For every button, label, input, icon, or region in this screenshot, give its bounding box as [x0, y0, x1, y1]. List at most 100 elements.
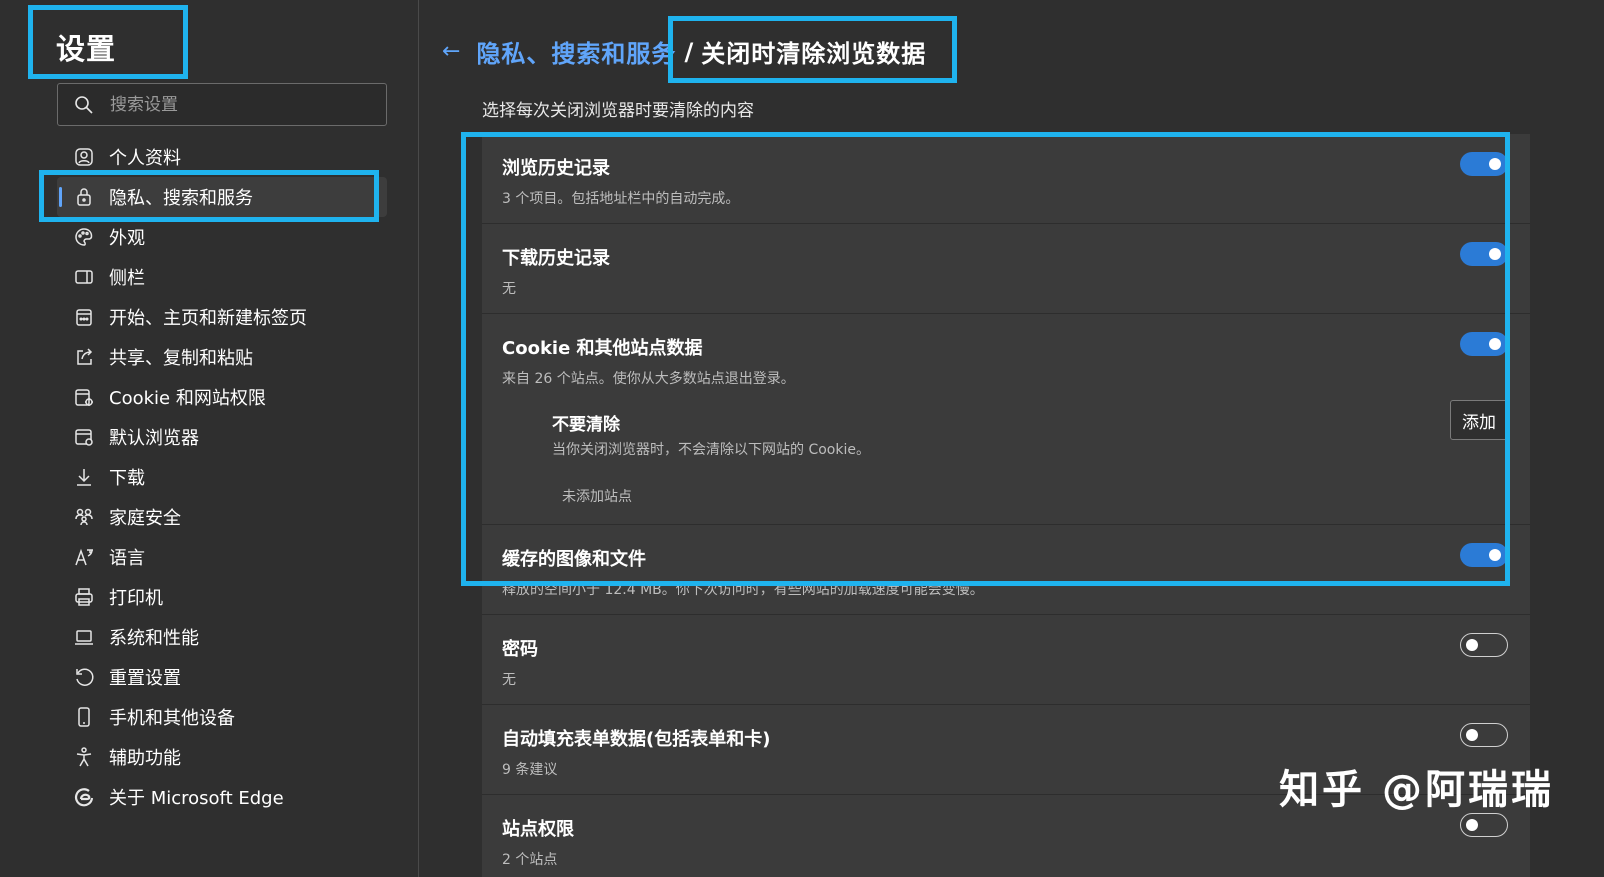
palette-icon	[73, 226, 95, 248]
option-description: 3 个项目。包括地址栏中的自动完成。	[502, 191, 740, 207]
accessibility-icon	[73, 746, 95, 768]
share-icon	[73, 346, 95, 368]
settings-window: 设置 个人资料 隐私、搜索和服务	[0, 0, 1604, 877]
sidebar-item-label: 默认浏览器	[109, 428, 199, 449]
passwords-toggle[interactable]	[1460, 633, 1508, 657]
sidebar-item-share[interactable]: 共享、复制和粘贴	[57, 337, 387, 377]
option-description: 来自 26 个站点。使你从大多数站点退出登录。	[502, 371, 795, 387]
toggle-knob	[1466, 639, 1478, 651]
profile-icon	[73, 146, 95, 168]
toggle-knob	[1489, 248, 1501, 260]
toggle-knob	[1489, 549, 1501, 561]
browsing-history-toggle[interactable]	[1460, 152, 1508, 176]
reset-icon	[73, 666, 95, 688]
breadcrumb-parent-link[interactable]: 隐私、搜索和服务	[476, 34, 676, 69]
sidebar-item-label: 系统和性能	[109, 628, 199, 649]
option-description: 无	[502, 672, 516, 688]
sidebar-item-label: 家庭安全	[109, 508, 181, 529]
sidebar-item-label: 共享、复制和粘贴	[109, 348, 253, 369]
option-download-history: 下载历史记录 无	[482, 224, 1530, 314]
sidebar-item-label: 打印机	[109, 588, 163, 609]
search-input[interactable]	[110, 94, 370, 115]
cached-images-toggle[interactable]	[1460, 543, 1508, 567]
watermark-text: 知乎 @阿瑞瑞	[1279, 767, 1554, 813]
breadcrumb: ← 隐私、搜索和服务 / 关闭时清除浏览数据	[442, 34, 926, 69]
option-cached-images: 缓存的图像和文件 释放的空间小于 12.4 MB。你下次访问时，有些网站的加载速…	[482, 525, 1530, 615]
sidebar-item-language[interactable]: 语言	[57, 537, 387, 577]
main-content: ← 隐私、搜索和服务 / 关闭时清除浏览数据 选择每次关闭浏览器时要清除的内容 …	[420, 0, 1604, 877]
sidebar-item-sidebar[interactable]: 侧栏	[57, 257, 387, 297]
sidebar-item-label: 外观	[109, 228, 145, 249]
sidebar-item-appearance[interactable]: 外观	[57, 217, 387, 257]
option-description: 2 个站点	[502, 852, 558, 868]
back-arrow-icon[interactable]: ←	[442, 39, 460, 64]
sidebar-item-label: 重置设置	[109, 668, 181, 689]
option-description: 9 条建议	[502, 762, 558, 778]
sidebar-item-label: 辅助功能	[109, 748, 181, 769]
download-icon	[73, 466, 95, 488]
option-browsing-history: 浏览历史记录 3 个项目。包括地址栏中的自动完成。	[482, 134, 1530, 224]
option-title: 缓存的图像和文件	[502, 549, 646, 570]
settings-title: 设置	[56, 32, 117, 66]
browser-icon	[73, 426, 95, 448]
do-not-clear-description: 当你关闭浏览器时，不会清除以下网站的 Cookie。	[552, 442, 870, 458]
sidebar-item-accessibility[interactable]: 辅助功能	[57, 737, 387, 777]
laptop-icon	[73, 626, 95, 648]
do-not-clear-title: 不要清除	[552, 415, 620, 435]
no-sites-text: 未添加站点	[562, 489, 632, 505]
download-history-toggle[interactable]	[1460, 242, 1508, 266]
breadcrumb-separator: /	[684, 37, 694, 66]
phone-icon	[73, 706, 95, 728]
lock-icon	[73, 186, 95, 208]
sidebar-item-label: 关于 Microsoft Edge	[109, 788, 284, 809]
home-tab-icon	[73, 306, 95, 328]
cookie-site-icon	[73, 386, 95, 408]
site-permissions-toggle[interactable]	[1460, 813, 1508, 837]
page-title: 关闭时清除浏览数据	[701, 40, 927, 68]
family-icon	[73, 506, 95, 528]
toggle-knob	[1466, 819, 1478, 831]
autofill-toggle[interactable]	[1460, 723, 1508, 747]
sidebar-item-reset[interactable]: 重置设置	[57, 657, 387, 697]
sidebar-item-system[interactable]: 系统和性能	[57, 617, 387, 657]
sidebar-item-family[interactable]: 家庭安全	[57, 497, 387, 537]
sidebar: 设置 个人资料 隐私、搜索和服务	[0, 0, 419, 877]
toggle-knob	[1489, 338, 1501, 350]
sidebar-item-printer[interactable]: 打印机	[57, 577, 387, 617]
sidebar-item-phone[interactable]: 手机和其他设备	[57, 697, 387, 737]
option-title: 密码	[502, 639, 538, 660]
edge-icon	[73, 786, 95, 808]
sidebar-item-label: 手机和其他设备	[109, 708, 235, 729]
option-title: 站点权限	[502, 819, 574, 840]
option-title: Cookie 和其他站点数据	[502, 338, 703, 359]
option-cookies: Cookie 和其他站点数据 来自 26 个站点。使你从大多数站点退出登录。 不…	[482, 314, 1530, 525]
language-icon	[73, 546, 95, 568]
sidebar-item-label: 侧栏	[109, 268, 145, 289]
sidebar-item-privacy[interactable]: 隐私、搜索和服务	[57, 177, 387, 217]
toggle-knob	[1489, 158, 1501, 170]
add-site-button[interactable]: 添加	[1450, 400, 1508, 440]
printer-icon	[73, 586, 95, 608]
sidebar-nav: 个人资料 隐私、搜索和服务 外观 侧栏 开始、主页和新建标签页 共享、复制和粘贴…	[57, 137, 387, 817]
sidebar-item-downloads[interactable]: 下载	[57, 457, 387, 497]
option-description: 释放的空间小于 12.4 MB。你下次访问时，有些网站的加载速度可能会变慢。	[502, 582, 984, 598]
sidebar-item-label: 下载	[109, 468, 145, 489]
toggle-knob	[1466, 729, 1478, 741]
sidebar-item-start-home[interactable]: 开始、主页和新建标签页	[57, 297, 387, 337]
sidebar-item-label: 开始、主页和新建标签页	[109, 308, 307, 329]
sidebar-item-label: Cookie 和网站权限	[109, 388, 266, 409]
sidebar-icon	[73, 266, 95, 288]
search-icon	[75, 95, 93, 114]
option-title: 自动填充表单数据(包括表单和卡)	[502, 729, 771, 750]
sidebar-item-profile[interactable]: 个人资料	[57, 137, 387, 177]
option-description: 无	[502, 281, 516, 297]
sidebar-item-about[interactable]: 关于 Microsoft Edge	[57, 777, 387, 817]
sidebar-item-label: 隐私、搜索和服务	[109, 188, 253, 209]
option-title: 浏览历史记录	[502, 158, 610, 179]
cookies-toggle[interactable]	[1460, 332, 1508, 356]
sidebar-item-default-browser[interactable]: 默认浏览器	[57, 417, 387, 457]
search-box[interactable]	[57, 83, 387, 126]
option-passwords: 密码 无	[482, 615, 1530, 705]
sidebar-item-cookies[interactable]: Cookie 和网站权限	[57, 377, 387, 417]
sidebar-item-label: 个人资料	[109, 148, 181, 169]
